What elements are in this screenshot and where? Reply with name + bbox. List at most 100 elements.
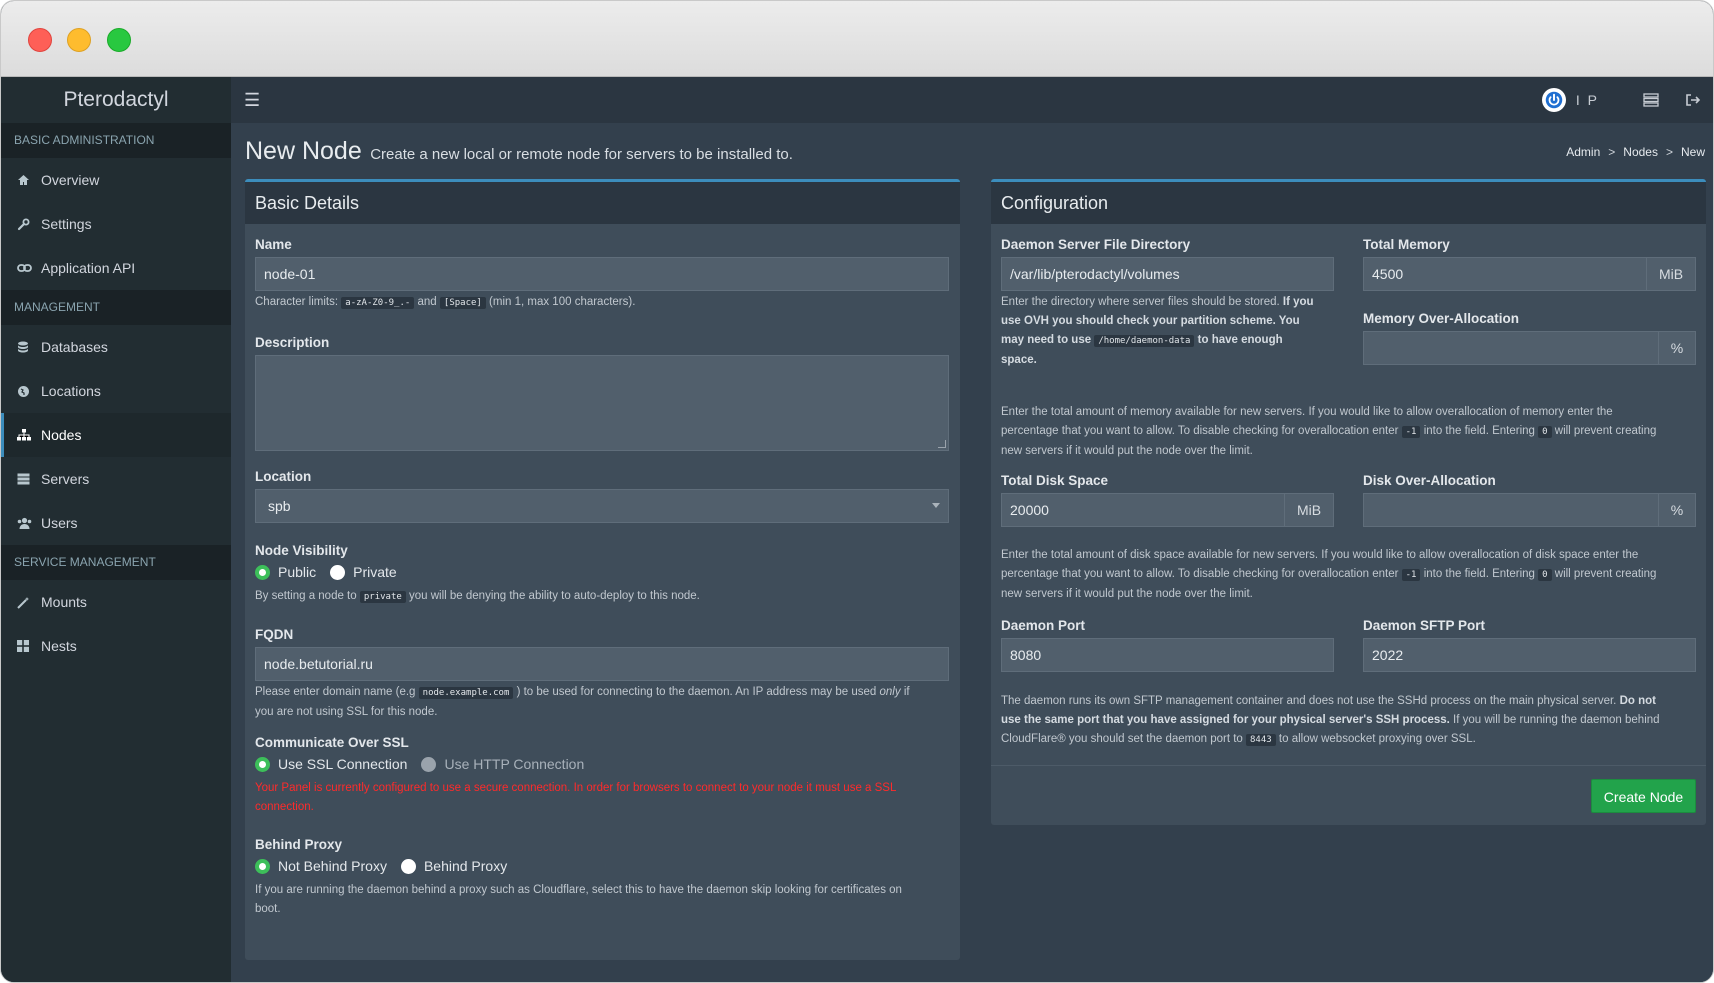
location-select[interactable]: spb [255,489,949,523]
window-titlebar [1,1,1713,77]
user-avatar-icon[interactable] [1541,88,1566,112]
menu-toggle-icon[interactable]: ☰ [244,91,260,109]
brand-logo[interactable]: Pterodactyl [1,77,231,123]
visibility-public-radio[interactable] [255,564,270,580]
database-icon [17,341,37,354]
help-text: ) to be used for connecting to the daemo… [516,686,877,698]
sftp-port-label: Daemon SFTP Port [1363,618,1486,633]
server-list-icon[interactable] [1641,90,1661,110]
sidebar-item-settings[interactable]: Settings [1,202,231,246]
help-text-emphasis: only [879,686,901,698]
name-input[interactable]: node-01 [255,257,949,291]
proxy-radio-group: Not Behind Proxy Behind Proxy [255,858,507,874]
wrench-icon [17,218,37,231]
breadcrumb-separator: > [1665,145,1673,159]
help-text: and [417,296,437,308]
help-text: By setting a node to [255,590,357,602]
page-subtitle: Create a new local or remote node for se… [370,146,793,163]
description-textarea[interactable] [255,355,949,451]
fqdn-input[interactable]: node.betutorial.ru [255,647,949,681]
sidebar-item-application-api[interactable]: Application API [1,246,231,290]
minimize-window-button[interactable] [67,28,91,52]
sidebar-item-databases[interactable]: Databases [1,325,231,369]
help-text: you are not using SSL for this node. [255,706,438,718]
sign-out-icon[interactable] [1683,90,1703,110]
proxy-help: If you are running the daemon behind a p… [255,881,949,919]
help-text: into the field. Entering [1423,568,1535,580]
resize-handle[interactable] [938,440,946,448]
breadcrumb-separator: > [1608,145,1616,159]
sftp-port-input[interactable]: 2022 [1363,638,1696,672]
use-ssl-radio[interactable] [255,756,270,772]
fqdn-label: FQDN [255,627,294,642]
server-icon [17,473,37,485]
close-window-button[interactable] [28,28,52,52]
behind-proxy-label[interactable]: Behind Proxy [424,858,507,874]
visibility-radio-group: Public Private [255,564,397,580]
link-icon [17,263,37,273]
warning-text: Your Panel is currently configured to us… [255,782,897,794]
sidebar-item-mounts[interactable]: Mounts [1,580,231,624]
ssl-label: Communicate Over SSL [255,735,409,750]
daemon-port-label: Daemon Port [1001,618,1086,633]
visibility-private-label[interactable]: Private [353,564,397,580]
visibility-public-label[interactable]: Public [278,564,316,580]
breadcrumb-nodes[interactable]: Nodes [1623,145,1658,159]
memory-overalloc-input[interactable] [1363,331,1659,365]
users-icon [17,517,37,529]
total-disk-input[interactable]: 20000 [1001,493,1285,527]
name-label: Name [255,237,292,252]
sidebar-item-users[interactable]: Users [1,501,231,545]
ssl-warning: Your Panel is currently configured to us… [255,779,949,817]
location-label: Location [255,469,312,484]
help-text: to allow websocket proxying over SSL. [1278,733,1476,745]
total-memory-input[interactable]: 4500 [1363,257,1647,291]
help-text: you will be denying the ability to auto-… [409,590,700,602]
help-text: percentage that you want to allow. To di… [1001,568,1399,580]
use-http-radio [421,756,437,772]
help-code: 8443 [1246,734,1276,746]
total-memory-unit: MiB [1646,257,1696,291]
sidebar-item-label: Mounts [41,594,87,610]
not-behind-proxy-radio[interactable] [255,858,270,874]
help-text-bold: use OVH you should check your partition … [1001,315,1300,327]
sidebar-item-nodes[interactable]: Nodes [1,413,231,457]
basic-details-box: Basic Details Name node-01 Character lim… [245,179,960,960]
daemon-port-input[interactable]: 8080 [1001,638,1334,672]
help-text: (min 1, max 100 characters). [489,296,636,308]
proxy-label: Behind Proxy [255,837,343,852]
help-text: Character limits: [255,296,339,308]
description-label: Description [255,335,330,350]
total-disk-unit: MiB [1284,493,1334,527]
help-text: If you will be running the daemon behind [1453,714,1660,726]
disk-overalloc-unit: % [1658,493,1696,527]
sidebar-header-management: MANAGEMENT [1,290,231,325]
sidebar-item-overview[interactable]: Overview [1,158,231,202]
maximize-window-button[interactable] [107,28,131,52]
disk-overalloc-input[interactable] [1363,493,1659,527]
sidebar-item-servers[interactable]: Servers [1,457,231,501]
create-node-button[interactable]: Create Node [1591,779,1696,813]
user-initials[interactable]: I P [1576,92,1599,108]
sidebar-item-label: Users [41,515,78,531]
not-behind-proxy-label[interactable]: Not Behind Proxy [278,858,387,874]
fqdn-help: Please enter domain name (e.g node.examp… [255,683,949,722]
sidebar-item-locations[interactable]: Locations [1,369,231,413]
sidebar-item-nests[interactable]: Nests [1,624,231,668]
chevron-down-icon [932,503,940,508]
warning-text: connection. [255,801,314,813]
breadcrumb-admin[interactable]: Admin [1566,145,1600,159]
help-code: a-zA-Z0-9_.- [341,297,415,309]
sitemap-icon [17,429,37,441]
sidebar-item-label: Servers [41,471,90,487]
help-text-bold: use the same port that you have assigned… [1001,714,1450,726]
behind-proxy-radio[interactable] [400,858,416,874]
help-code: -1 [1401,426,1421,438]
app-window: Pterodactyl ☰ I P BASIC ADMINISTRATION O… [0,0,1714,983]
daemon-dir-input[interactable]: /var/lib/pterodactyl/volumes [1001,257,1334,291]
use-ssl-label[interactable]: Use SSL Connection [278,756,407,772]
use-http-label: Use HTTP Connection [444,756,585,772]
daemon-dir-label: Daemon Server File Directory [1001,237,1191,252]
globe-icon [17,385,37,398]
visibility-private-radio[interactable] [330,564,346,580]
